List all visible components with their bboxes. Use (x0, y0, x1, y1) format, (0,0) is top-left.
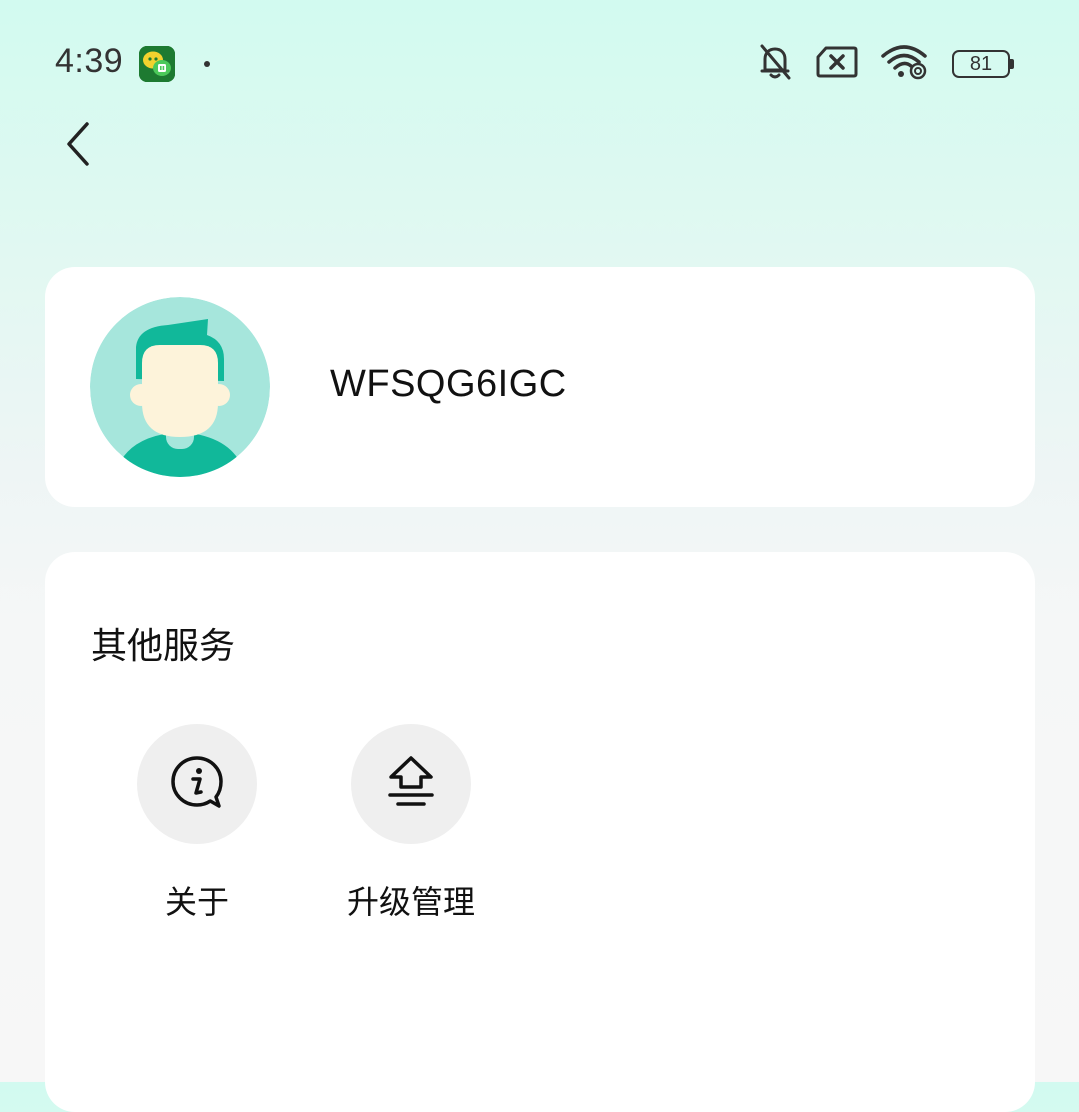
upgrade-management-button[interactable]: 升级管理 (331, 724, 491, 923)
section-title: 其他服务 (91, 626, 236, 667)
upgrade-management-label: 升级管理 (346, 883, 475, 921)
battery-level: 81 (969, 53, 993, 75)
info-bubble-icon (169, 754, 225, 814)
sim-disabled-icon (816, 45, 858, 83)
status-icons: 81 (756, 44, 1014, 84)
about-icon-circle (137, 724, 257, 844)
notification-dot (204, 61, 210, 67)
about-label: 关于 (164, 883, 229, 921)
username: WFSQG6IGC (330, 363, 567, 405)
user-avatar-icon[interactable] (90, 297, 270, 477)
upgrade-icon-circle (351, 724, 471, 844)
chevron-left-icon (63, 120, 93, 172)
upgrade-arrow-icon (386, 755, 436, 813)
wifi-icon (880, 44, 930, 84)
profile-card[interactable]: WFSQG6IGC (45, 267, 1035, 507)
status-time: 4:39 (55, 42, 124, 80)
battery-indicator: 81 (952, 50, 1014, 78)
about-button[interactable]: 关于 (117, 724, 277, 923)
back-button[interactable] (50, 116, 106, 176)
wechat-app-icon (139, 46, 175, 82)
services-card: 其他服务 关于 升级管理 (45, 552, 1035, 1112)
bell-muted-icon (756, 42, 794, 86)
